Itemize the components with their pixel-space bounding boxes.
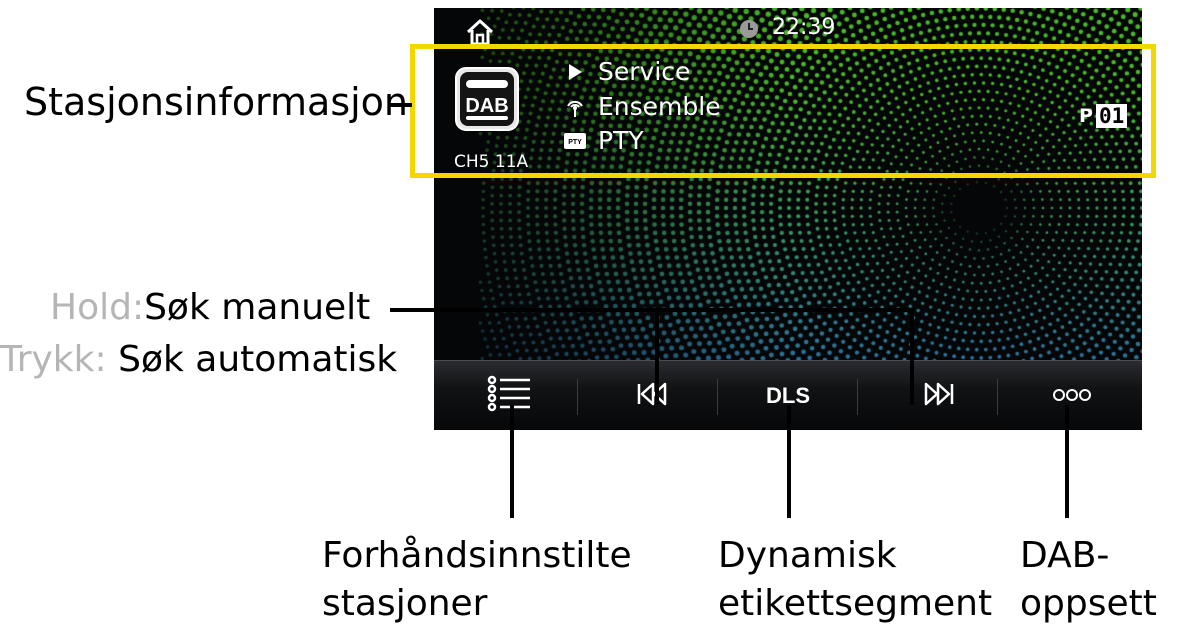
callout-press: Trykk: Søk automatisk [0,339,397,380]
dab-logo-icon: DAB [454,66,520,132]
dab-logo-text: DAB [465,95,508,117]
separator [577,379,578,415]
control-bar: DLS [434,360,1142,430]
more-icon [1052,387,1092,406]
callout-setup: DAB- oppsett [1020,532,1157,628]
play-icon [564,61,586,83]
channel-value: CH5 11A [454,152,529,172]
callout-station-info: Stasjonsinformasjon [24,80,409,124]
callout-presets: Forhåndsinnstilte stasjoner [322,532,632,628]
skip-back-icon [636,382,668,410]
preset-number: 01 [1095,104,1128,128]
dab-radio-screen: 22:39 DAB CH5 11A Service Ensemble PTY P… [434,8,1142,430]
separator [997,379,998,415]
callout-press-prefix: Trykk: [0,339,107,380]
callout-hold: Hold:Søk manuelt [50,287,370,328]
ensemble-row: Ensemble [564,92,721,121]
status-bar: 22:39 [434,8,1142,46]
callout-setup-line1: DAB- [1020,535,1110,576]
skip-forward-button[interactable] [869,361,1009,430]
callout-presets-line1: Forhåndsinnstilte [322,535,632,576]
skip-back-button[interactable] [582,361,722,430]
callout-press-text: Søk automatisk [118,339,398,380]
dls-button[interactable]: DLS [718,361,858,430]
ensemble-name: Ensemble [598,92,721,121]
callout-dls: Dynamisk etikettsegment [718,532,992,628]
pty-value: PTY [598,126,644,155]
station-info-panel: DAB CH5 11A Service Ensemble PTY PTY P 0… [434,42,1142,182]
preset-list-button[interactable] [440,361,580,430]
pty-row: PTY PTY [564,126,644,155]
callout-hold-text: Søk manuelt [144,287,371,328]
preset-indicator: P 01 [1079,104,1128,128]
preset-list-icon [484,374,536,418]
callout-dls-line2: etikettsegment [718,583,993,624]
clock-icon [738,18,760,40]
separator [857,379,858,415]
skip-forward-icon [923,382,955,410]
preset-prefix: P [1079,105,1093,127]
service-row: Service [564,57,690,86]
callout-setup-line2: oppsett [1020,583,1157,624]
more-button[interactable] [1002,361,1142,430]
service-name: Service [598,57,691,86]
callout-dls-line1: Dynamisk [718,535,897,576]
callout-hold-prefix: Hold: [50,287,145,328]
callout-presets-line2: stasjoner [322,583,488,624]
pty-badge-text: PTY [568,139,582,146]
pty-icon: PTY [564,130,586,152]
antenna-icon [564,96,586,118]
channel-label: CH5 11A [434,152,528,172]
clock-time: 22:39 [772,15,836,40]
dls-label: DLS [766,383,810,408]
